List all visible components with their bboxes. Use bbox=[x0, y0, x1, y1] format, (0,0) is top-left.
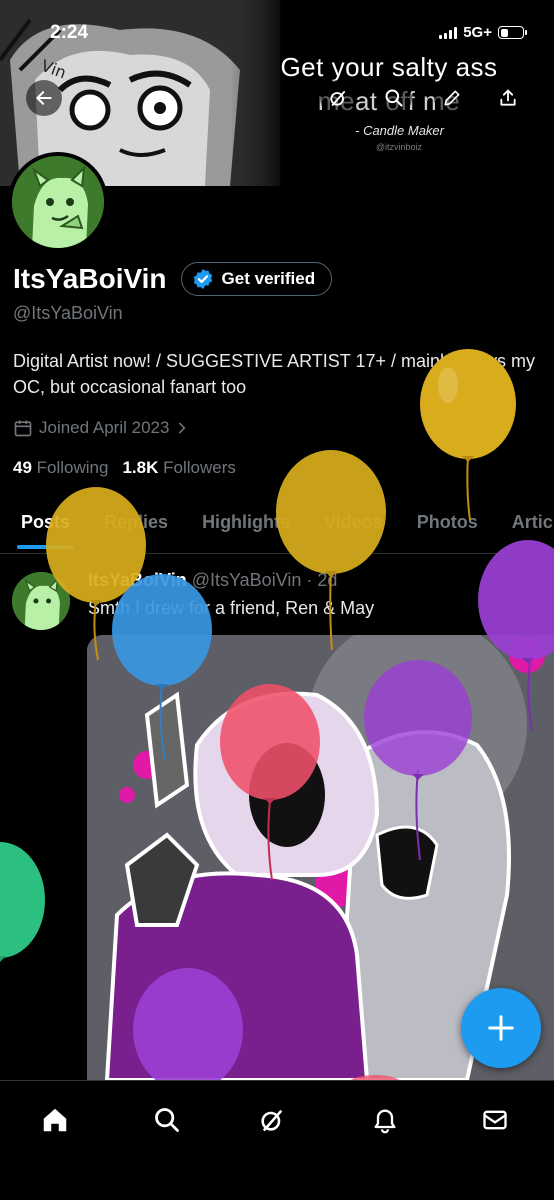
followers-count: 1.8K bbox=[122, 458, 159, 477]
edit-button[interactable] bbox=[434, 80, 470, 116]
banner-author: - Candle Maker bbox=[355, 123, 444, 138]
banner-watermark: @itzvinboiz bbox=[375, 142, 422, 152]
joined-date[interactable]: Joined April 2023 bbox=[13, 418, 189, 438]
nav-grok[interactable] bbox=[255, 1103, 289, 1137]
profile-handle: @ItsYaBoiVin bbox=[13, 303, 123, 323]
search-button[interactable] bbox=[376, 80, 412, 116]
profile-avatar[interactable] bbox=[8, 152, 108, 252]
tab-replies[interactable]: Replies bbox=[104, 496, 168, 553]
profile-tabs: Posts Replies Highlights Videos Photos A… bbox=[0, 496, 554, 554]
post-header: ItsYaBoiVin @ItsYaBoiVin · 2d bbox=[88, 570, 337, 591]
nav-notifications[interactable] bbox=[368, 1103, 402, 1137]
status-time: 2:24 bbox=[50, 22, 89, 43]
display-name: ItsYaBoiVin bbox=[13, 263, 167, 294]
signal-icon bbox=[439, 26, 458, 39]
followers-link[interactable]: 1.8K Followers bbox=[122, 458, 235, 478]
tab-photos[interactable]: Photos bbox=[417, 496, 478, 553]
pencil-icon bbox=[444, 90, 460, 106]
post-handle: @ItsYaBoiVin bbox=[191, 570, 302, 590]
battery-icon bbox=[498, 26, 527, 39]
get-verified-label: Get verified bbox=[221, 269, 316, 288]
search-icon bbox=[155, 1108, 179, 1132]
network-label: 5G+ bbox=[463, 24, 492, 41]
post-separator: · bbox=[306, 570, 313, 590]
grok-icon bbox=[261, 1109, 283, 1132]
post-time: 2d bbox=[317, 570, 338, 590]
chevron-right-icon bbox=[179, 422, 186, 434]
followers-label: Followers bbox=[163, 458, 236, 477]
tab-posts[interactable]: Posts bbox=[16, 496, 75, 553]
name-row: ItsYaBoiVin Get verified bbox=[13, 262, 333, 296]
nav-messages[interactable] bbox=[478, 1103, 512, 1137]
banner-quote-line1: Get your salty ass bbox=[280, 52, 498, 82]
share-button[interactable] bbox=[490, 80, 526, 116]
tab-videos[interactable]: Videos bbox=[324, 496, 383, 553]
search-icon bbox=[385, 89, 403, 107]
balloon-green bbox=[0, 842, 45, 962]
calendar-icon bbox=[14, 420, 32, 437]
tab-articles[interactable]: Articles bbox=[512, 496, 554, 553]
post-author[interactable]: ItsYaBoiVin bbox=[88, 570, 187, 590]
back-button[interactable] bbox=[26, 80, 62, 116]
following-count: 49 bbox=[13, 458, 32, 477]
get-verified-button[interactable]: Get verified bbox=[180, 262, 333, 296]
arrow-left-icon bbox=[36, 91, 52, 105]
grok-button[interactable] bbox=[320, 80, 356, 116]
status-indicators: 5G+ bbox=[439, 24, 527, 41]
post-avatar[interactable] bbox=[12, 572, 70, 630]
following-link[interactable]: 49 Following bbox=[13, 458, 108, 478]
notifications-icon bbox=[374, 1109, 396, 1134]
following-label: Following bbox=[36, 458, 109, 477]
tab-highlights[interactable]: Highlights bbox=[202, 496, 290, 553]
follow-stats: 49 Following 1.8K Followers bbox=[13, 458, 236, 478]
plus-icon bbox=[488, 1015, 514, 1041]
avatar-art bbox=[12, 156, 104, 248]
post-avatar-art bbox=[12, 572, 70, 630]
grok-icon bbox=[330, 90, 346, 107]
nav-home[interactable] bbox=[38, 1103, 72, 1137]
messages-icon bbox=[483, 1110, 507, 1130]
share-icon bbox=[500, 89, 516, 106]
nav-search[interactable] bbox=[150, 1103, 184, 1137]
home-icon bbox=[43, 1108, 67, 1132]
verified-badge-icon bbox=[193, 268, 212, 290]
bottom-navigation bbox=[0, 1080, 554, 1200]
joined-label: Joined April 2023 bbox=[39, 418, 170, 437]
compose-post-button[interactable] bbox=[461, 988, 541, 1068]
post-text: Smth I drew for a friend, Ren & May bbox=[88, 598, 375, 618]
profile-bio: Digital Artist now! / SUGGESTIVE ARTIST … bbox=[13, 351, 535, 397]
